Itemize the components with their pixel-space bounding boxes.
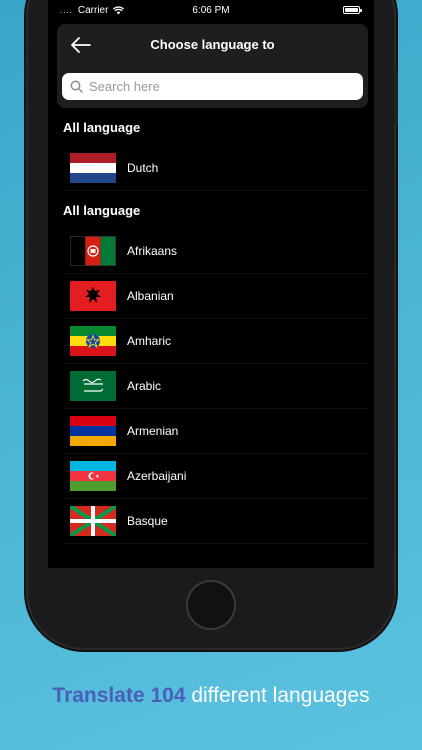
azerbaijan-flag-icon: [70, 461, 116, 491]
section-title: All language: [63, 203, 141, 218]
language-item-armenian[interactable]: Armenian: [63, 409, 368, 454]
language-item-azerbaijani[interactable]: Azerbaijani: [63, 454, 368, 499]
search-icon: [70, 80, 83, 93]
status-time: 6:06 PM: [192, 5, 230, 16]
side-button: [25, 60, 29, 86]
language-item-arabic[interactable]: Arabic: [63, 364, 368, 409]
header: Choose language to: [57, 24, 368, 108]
ethiopia-flag-icon: [70, 326, 116, 356]
promo-caption-accent: Translate 104: [52, 684, 186, 707]
side-button: [25, 110, 29, 158]
battery-icon: [343, 6, 362, 14]
language-label: Afrikaans: [127, 244, 178, 258]
status-bar: .... Carrier 6:06 PM: [48, 0, 374, 22]
language-label: Arabic: [127, 379, 162, 393]
section-title: All language: [63, 120, 141, 135]
language-item-albanian[interactable]: Albanian: [63, 274, 368, 319]
promo-caption-rest: different languages: [185, 684, 370, 707]
language-label: Dutch: [127, 161, 159, 175]
search-input[interactable]: [89, 79, 349, 94]
basque-flag-icon: [70, 506, 116, 536]
armenia-flag-icon: [70, 416, 116, 446]
language-label: Albanian: [127, 289, 174, 303]
screen: .... Carrier 6:06 PM Choose language to …: [48, 0, 374, 568]
page-title: Choose language to: [150, 37, 275, 52]
saudi-arabia-flag-icon: [70, 371, 116, 401]
search-bar[interactable]: [62, 73, 363, 100]
language-item-afrikaans[interactable]: Afrikaans: [63, 229, 368, 274]
language-label: Armenian: [127, 424, 179, 438]
language-item-dutch[interactable]: Dutch: [63, 146, 368, 191]
language-label: Azerbaijani: [127, 469, 187, 483]
language-label: Amharic: [127, 334, 172, 348]
language-item-amharic[interactable]: Amharic: [63, 319, 368, 364]
albania-flag-icon: [70, 281, 116, 311]
side-button: [394, 70, 398, 126]
afghanistan-flag-icon: [70, 236, 116, 266]
home-button[interactable]: [186, 580, 236, 630]
language-label: Basque: [127, 514, 168, 528]
promo-caption: Translate 104 different languages: [0, 684, 422, 708]
language-item-basque[interactable]: Basque: [63, 499, 368, 544]
netherlands-flag-icon: [70, 153, 116, 183]
